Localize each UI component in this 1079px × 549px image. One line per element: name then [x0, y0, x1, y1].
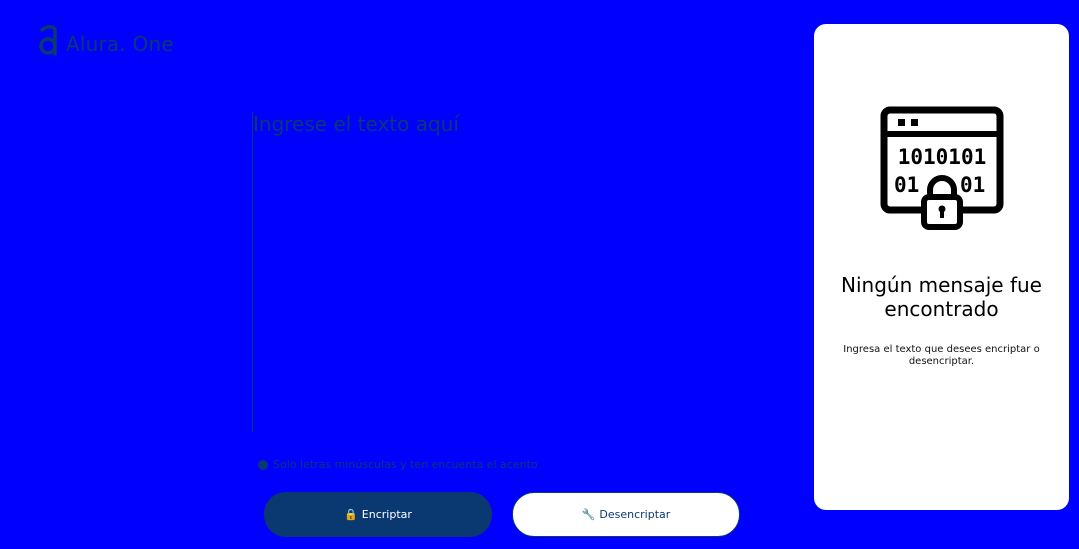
lock-icon: 🔒: [344, 508, 358, 521]
message-input[interactable]: [252, 112, 773, 432]
hint-text: Solo letras minúsculas y ten encuenta el…: [273, 458, 538, 471]
binary-text-3: 01: [960, 173, 985, 197]
binary-text-1: 1010101: [898, 145, 987, 169]
binary-lock-icon: 1010101 01 01: [880, 106, 1004, 230]
alura-a-icon: [39, 25, 57, 56]
info-circle-icon: [258, 459, 268, 470]
brand-name: Alura. One: [66, 32, 174, 56]
brand-logo[interactable]: Alura. One: [38, 24, 174, 56]
app-page: Alura. One Solo letras minúsculas y ten …: [0, 0, 1079, 549]
input-hint: Solo letras minúsculas y ten encuenta el…: [258, 458, 538, 471]
encrypt-button[interactable]: 🔒 Encriptar: [264, 492, 492, 537]
empty-state-description: Ingresa el texto que desees encriptar o …: [843, 344, 1040, 367]
decrypt-label: Desencriptar: [599, 508, 671, 521]
decrypt-button[interactable]: 🔧 Desencriptar: [512, 492, 740, 537]
encrypt-label: Encriptar: [361, 508, 412, 521]
empty-state-title: Ningún mensaje fue encontrado: [841, 273, 1042, 321]
binary-text-2: 01: [894, 173, 919, 197]
output-panel: 1010101 01 01 Ningún mensaje fue encontr…: [814, 24, 1069, 510]
wrench-icon: 🔧: [581, 508, 596, 521]
